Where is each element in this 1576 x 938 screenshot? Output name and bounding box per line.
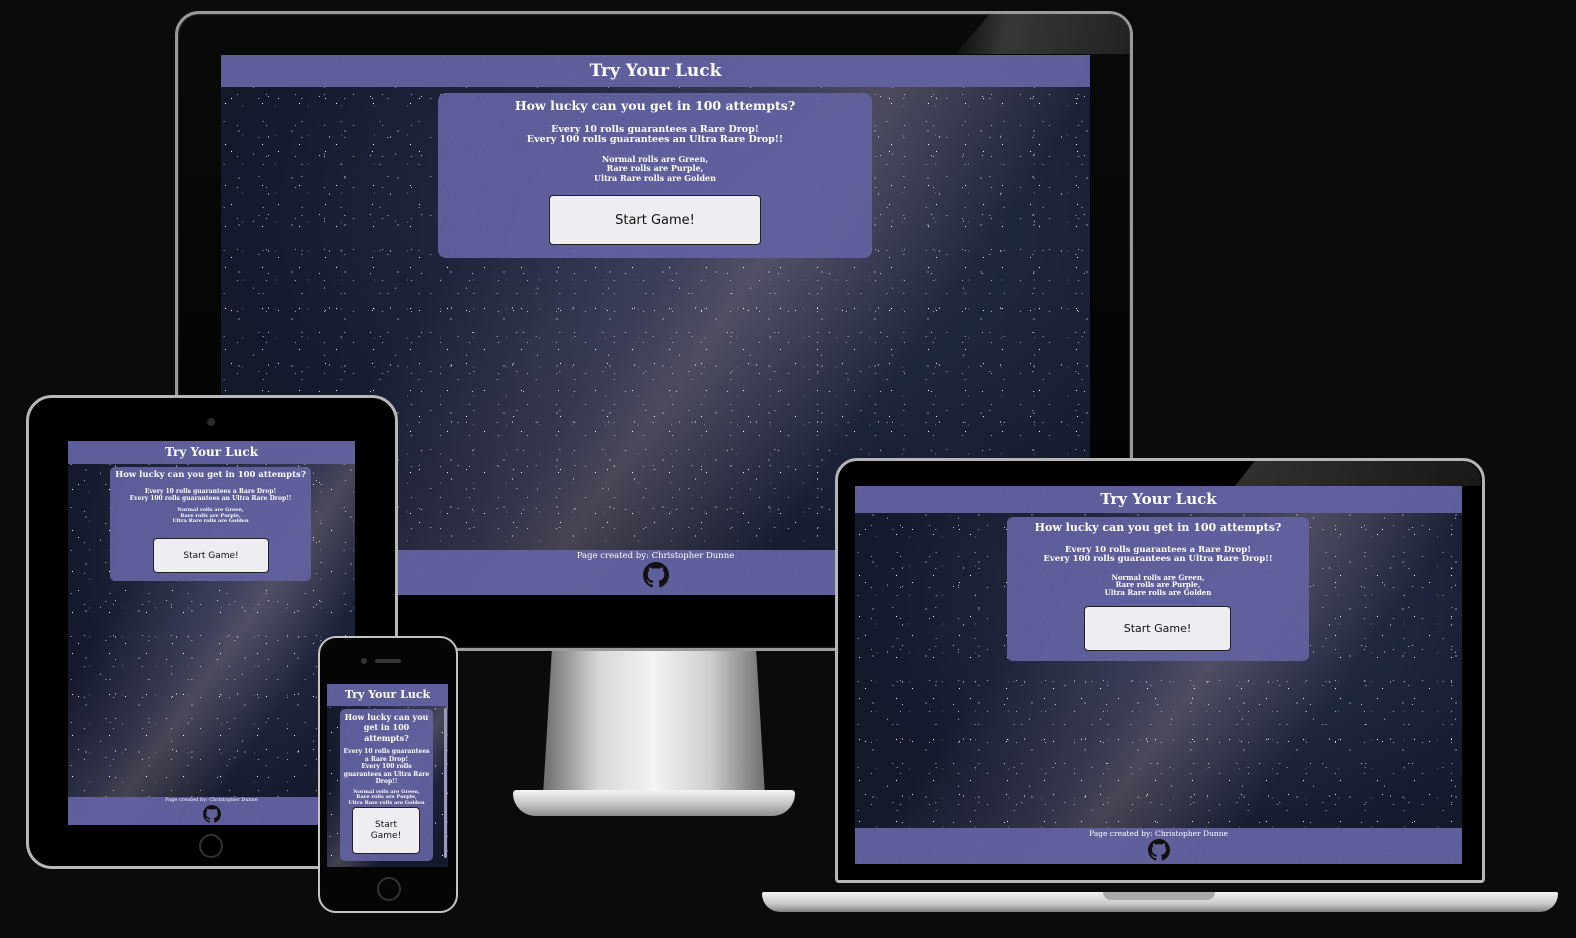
site-title: Try Your Luck [164,445,259,459]
rule-ultra: Every 100 rolls guarantees an Ultra Rare… [526,134,784,146]
site-title: Try Your Luck [1100,490,1217,508]
card-rules: Every 10 rolls guarantees a Rare Drop! E… [1007,545,1309,565]
github-icon[interactable] [202,805,221,823]
tablet-screen: Try Your Luck How lucky can you get in 1… [68,441,355,825]
phone-home-button [377,877,401,901]
game-card: How lucky can you get in 100 attempts? E… [340,709,433,861]
site-header: Try Your Luck [221,55,1090,87]
laptop-screen: Try Your Luck How lucky can you get in 1… [855,486,1462,864]
game-card: How lucky can you get in 100 attempts? E… [110,467,311,581]
phone-scrollbar[interactable] [444,708,447,858]
rule-ultra: Every 100 rolls guarantees an Ultra Rare… [343,763,430,786]
card-question: How lucky can you get in 100 attempts? [1034,521,1282,534]
footer-credit: Page created by: Christopher Dunne [165,797,258,803]
monitor-base [513,790,795,816]
start-game-button[interactable]: Start Game! [153,538,269,573]
card-question: How lucky can you get in 100 attempts? [344,712,429,743]
game-card: How lucky can you get in 100 attempts? E… [1007,517,1309,661]
color-ultra: Ultra Rare rolls are Golden [1104,588,1212,598]
site-title: Try Your Luck [589,61,722,81]
card-rules: Every 10 rolls guarantees a Rare Drop! E… [110,488,311,502]
phone-screen: Try Your Luck How lucky can you get in 1… [327,684,448,867]
site-footer: Page created by: Christopher Dunne [855,828,1462,864]
color-ultra: Ultra Rare rolls are Golden [172,518,249,525]
rule-ultra: Every 100 rolls guarantees an Ultra Rare… [1043,554,1273,565]
site-header: Try Your Luck [855,486,1462,513]
card-colors: Normal rolls are Green, Rare rolls are P… [438,154,872,184]
tablet-home-button [199,834,223,858]
color-ultra: Ultra Rare rolls are Golden [594,173,716,184]
footer-credit: Page created by: Christopher Dunne [1089,829,1228,838]
color-ultra: Ultra Rare rolls are Golden [348,799,425,806]
card-rules: Every 10 rolls guarantees a Rare Drop! E… [438,124,872,146]
card-colors: Normal rolls are Green, Rare rolls are P… [1007,573,1309,598]
game-card: How lucky can you get in 100 attempts? E… [438,93,872,258]
github-icon[interactable] [642,562,669,588]
github-icon[interactable] [1147,839,1170,861]
site-header: Try Your Luck [68,441,355,464]
monitor-stand [543,650,765,795]
start-game-button[interactable]: Start Game! [352,807,420,854]
card-rules: Every 10 rolls guarantees a Rare Drop! E… [342,748,431,786]
laptop-notch [1103,892,1215,900]
start-game-button[interactable]: Start Game! [549,195,761,245]
phone-camera [361,658,367,664]
phone-speaker [375,659,401,663]
card-question: How lucky can you get in 100 attempts? [514,98,796,113]
card-colors: Normal rolls are Green, Rare rolls are P… [342,789,431,807]
rule-rare: Every 10 rolls guarantees a Rare Drop! [343,748,430,763]
site-header: Try Your Luck [327,684,448,706]
card-colors: Normal rolls are Green, Rare rolls are P… [110,508,311,525]
rule-ultra: Every 100 rolls guarantees an Ultra Rare… [129,494,292,502]
start-game-button[interactable]: Start Game! [1084,606,1231,651]
site-title: Try Your Luck [344,688,431,701]
site-footer: Page created by: Christopher Dunne [68,797,355,825]
tablet-camera [207,418,215,426]
card-question: How lucky can you get in 100 attempts? [115,470,306,480]
laptop-glare [1235,461,1481,486]
